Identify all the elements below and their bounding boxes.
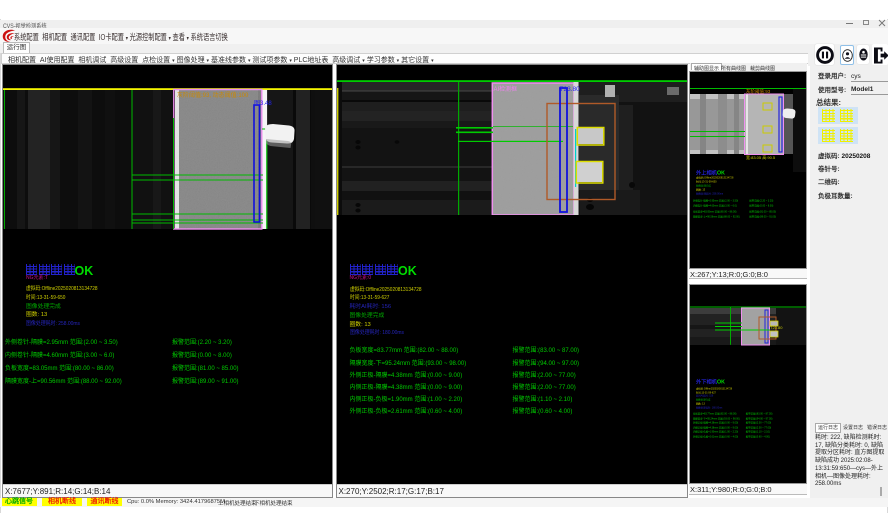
svg-text:宽:83.05 高:90.5: 宽:83.05 高:90.5 [746, 154, 776, 160]
svg-text:T23.80: T23.80 [770, 325, 783, 330]
svg-text:灰阶阈值:93: 灰阶阈值:93 [746, 88, 771, 95]
